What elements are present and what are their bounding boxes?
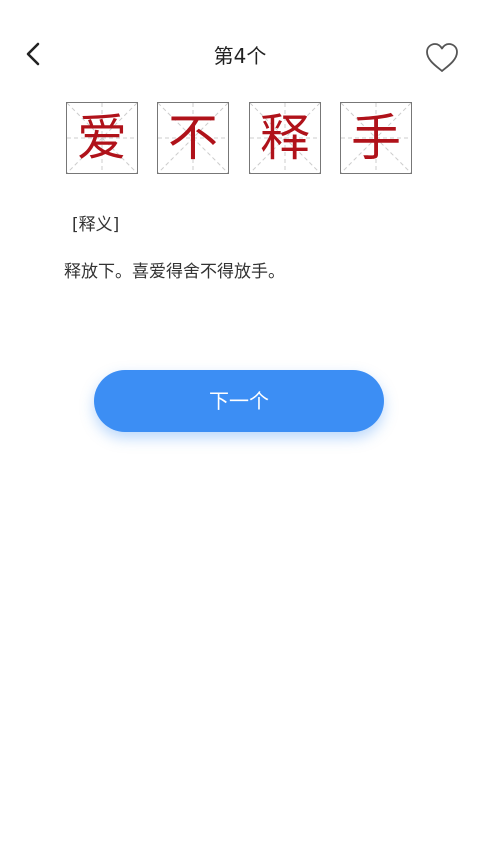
char-cell: 爱 [66,102,138,174]
char-cell: 释 [249,102,321,174]
char-cell: 手 [340,102,412,174]
idiom-char-1: 爱 [77,109,127,167]
idiom-char-2: 不 [168,109,218,167]
heart-outline-icon [426,43,458,72]
definition-label: [释义] [72,215,120,235]
definition-text: 释放下。喜爱得舍不得放手。 [64,262,285,282]
idiom-char-3: 释 [260,109,310,167]
char-cell: 不 [157,102,229,174]
next-button[interactable]: 下一个 [94,370,384,432]
page-title: 第4个 [213,44,267,68]
idiom-characters: 爱 不 释 手 [66,102,416,176]
favorite-button[interactable] [424,41,460,75]
header-bar: 第4个 [0,0,480,110]
idiom-char-4: 手 [351,109,401,167]
